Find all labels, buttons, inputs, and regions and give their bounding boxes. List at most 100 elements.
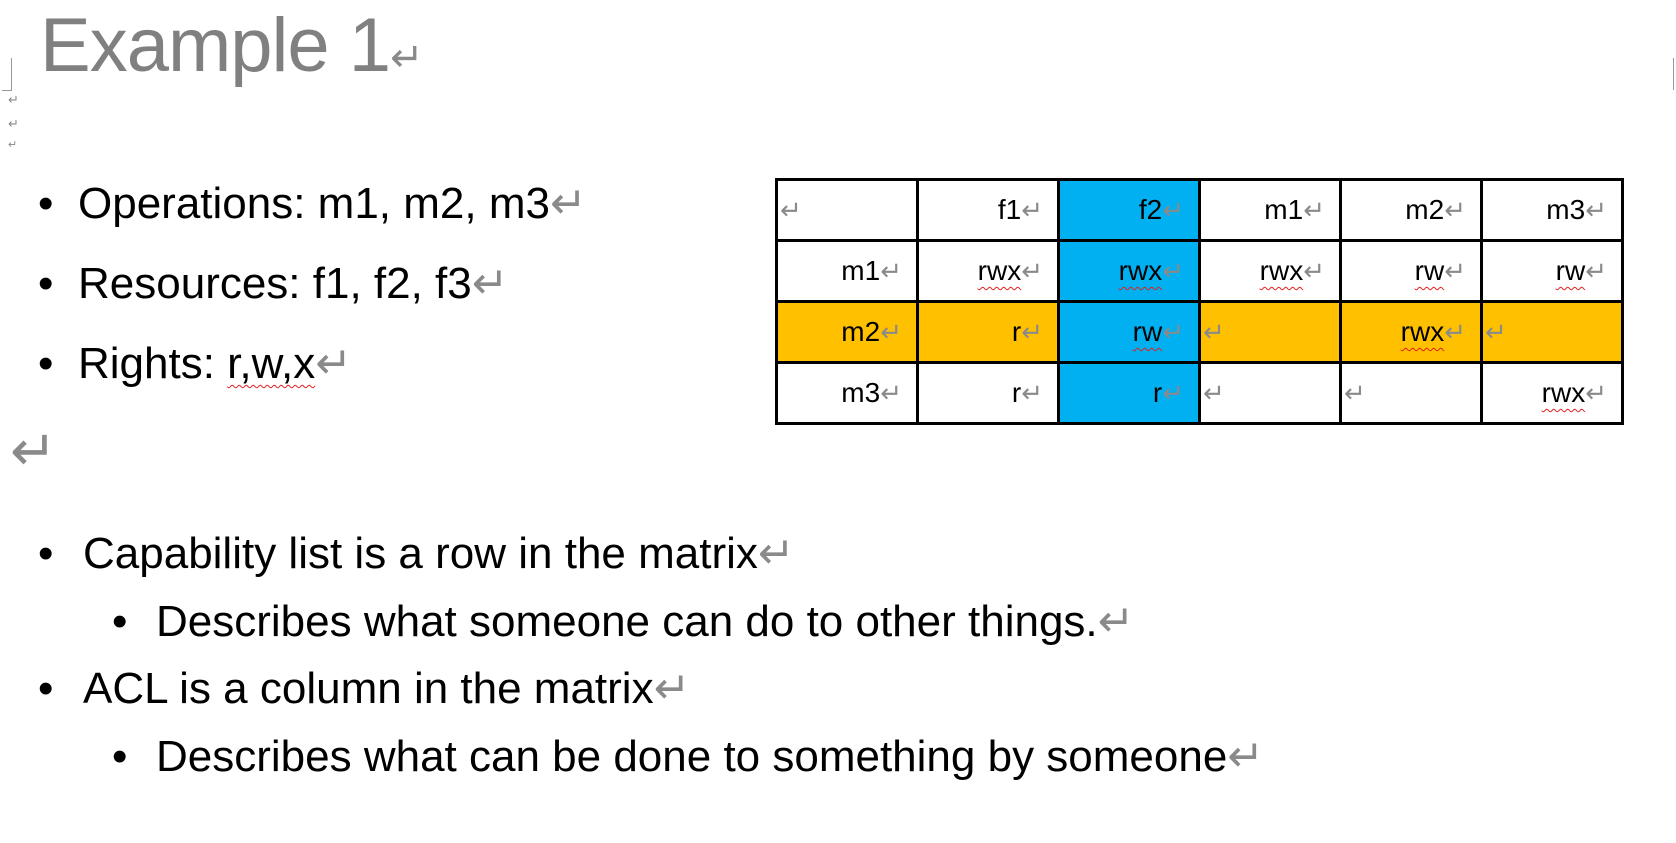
paragraph-mark-icon: ↵ (8, 139, 18, 151)
table-cell[interactable]: ↵ (1480, 300, 1624, 364)
cell-text: rw (1132, 316, 1163, 347)
title-text: Example 1 (40, 3, 391, 88)
sub-bullet-acl-desc[interactable]: • Describes what can be done to something… (112, 731, 1264, 782)
bullet-resources[interactable]: • Resources: f1, f2, f3↵ (38, 258, 509, 309)
slide-title[interactable]: Example 1↵ (40, 2, 424, 89)
table-cell[interactable]: m2↵ (775, 300, 919, 364)
table-cell[interactable]: r↵ (1057, 361, 1201, 425)
bullet-value: r,w,x (227, 339, 316, 388)
paragraph-mark-icon: ↵ (1162, 195, 1184, 225)
cell-text: rwx (1118, 255, 1163, 286)
cell-text: m2 (1405, 194, 1445, 225)
cell-text: f2 (1138, 194, 1163, 225)
paragraph-mark-icon: ↵ (1485, 317, 1507, 347)
paragraph-mark-icon: ↵ (1303, 195, 1325, 225)
table-cell[interactable]: ↵ (1198, 300, 1342, 364)
bullet-text: Describes what can be done to something … (156, 732, 1228, 781)
cell-text: rwx (1400, 316, 1445, 347)
paragraph-mark-icon: ↵ (549, 179, 587, 228)
table-cell[interactable]: rw↵ (1339, 239, 1483, 303)
paragraph-mark-icon: ↵ (10, 419, 57, 482)
bullet-acl[interactable]: • ACL is a column in the matrix↵ (38, 663, 690, 714)
cell-text: rwx (1541, 377, 1586, 408)
cell-text: rw (1414, 255, 1445, 286)
cell-text: m2 (841, 316, 881, 347)
table-header-cell[interactable]: f1↵ (916, 178, 1060, 242)
table-cell[interactable]: ↵ (775, 178, 919, 242)
paragraph-mark-icon: ↵ (880, 256, 902, 286)
paragraph-mark-icon: ↵ (1021, 195, 1043, 225)
access-matrix-table: ↵ f1↵ f2↵ m1↵ m2↵ m3↵ m1↵ rwx↵ rwx↵ rwx↵… (775, 178, 1624, 425)
table-cell[interactable]: m1↵ (775, 239, 919, 303)
paragraph-mark-icon: ↵ (1585, 378, 1607, 408)
paragraph-mark-icon: ↵ (1344, 378, 1366, 408)
cell-text: r (1011, 377, 1022, 408)
cell-text: f1 (997, 194, 1022, 225)
table-cell[interactable]: rw↵ (1057, 300, 1201, 364)
page-corner-mark (2, 58, 12, 91)
table-cell[interactable]: ↵ (1339, 361, 1483, 425)
table-header-row: ↵ f1↵ f2↵ m1↵ m2↵ m3↵ (775, 178, 1624, 242)
bullet-rights[interactable]: • Rights: r,w,x↵ (38, 338, 352, 389)
table-cell[interactable]: rw↵ (1480, 239, 1624, 303)
paragraph-mark-icon: ↵ (471, 259, 509, 308)
paragraph-mark-icon: ↵ (1227, 732, 1265, 781)
bullet-label: Rights: (78, 339, 228, 388)
paragraph-mark-icon: ↵ (1303, 256, 1325, 286)
table-cell[interactable]: rwx↵ (1480, 361, 1624, 425)
bullet-text: Operations: m1, m2, m3 (78, 179, 550, 228)
bullet-text: Resources: f1, f2, f3 (78, 259, 472, 308)
table-row: m3↵ r↵ r↵ ↵ ↵ rwx↵ (775, 361, 1624, 425)
cell-text: m3 (1546, 194, 1586, 225)
table-cell[interactable]: ↵ (1198, 361, 1342, 425)
paragraph-mark-icon: ↵ (780, 195, 802, 225)
paragraph-mark-icon: ↵ (1203, 317, 1225, 347)
paragraph-mark-icon: ↵ (653, 664, 691, 713)
paragraph-mark-icon: ↵ (390, 36, 424, 80)
sub-bullet-capability-desc[interactable]: • Describes what someone can do to other … (112, 596, 1135, 647)
paragraph-mark-icon: ↵ (315, 339, 353, 388)
cell-text: m3 (841, 377, 881, 408)
table-cell[interactable]: r↵ (916, 300, 1060, 364)
page-corner-mark-right (1673, 58, 1674, 90)
table-cell[interactable]: rwx↵ (916, 239, 1060, 303)
paragraph-mark-icon: ↵ (1021, 256, 1043, 286)
paragraph-mark-icon: ↵ (1585, 256, 1607, 286)
table-row-highlighted: m2↵ r↵ rw↵ ↵ rwx↵ ↵ (775, 300, 1624, 364)
paragraph-mark-icon: ↵ (1585, 195, 1607, 225)
paragraph-mark-icon: ↵ (1444, 317, 1466, 347)
table-header-cell[interactable]: m1↵ (1198, 178, 1342, 242)
paragraph-mark-icon: ↵ (8, 92, 19, 107)
paragraph-mark-icon: ↵ (1097, 597, 1135, 646)
paragraph-mark-icon: ↵ (880, 378, 902, 408)
table-header-cell[interactable]: m2↵ (1339, 178, 1483, 242)
table-header-cell[interactable]: m3↵ (1480, 178, 1624, 242)
table-cell[interactable]: rwx↵ (1057, 239, 1201, 303)
cell-text: rwx (1259, 255, 1304, 286)
cell-text: m1 (841, 255, 881, 286)
paragraph-mark-icon: ↵ (1162, 378, 1184, 408)
paragraph-mark-icon: ↵ (880, 317, 902, 347)
paragraph-mark-icon: ↵ (8, 116, 19, 131)
cell-text: rwx (977, 255, 1022, 286)
bullet-capability-list[interactable]: • Capability list is a row in the matrix↵ (38, 528, 795, 579)
table-cell[interactable]: rwx↵ (1339, 300, 1483, 364)
paragraph-mark-icon: ↵ (1162, 317, 1184, 347)
table-cell[interactable]: m3↵ (775, 361, 919, 425)
cell-text: r (1152, 377, 1163, 408)
bullet-text: Describes what someone can do to other t… (156, 597, 1098, 646)
table-row: m1↵ rwx↵ rwx↵ rwx↵ rw↵ rw↵ (775, 239, 1624, 303)
paragraph-mark-icon: ↵ (1444, 195, 1466, 225)
table-cell[interactable]: r↵ (916, 361, 1060, 425)
paragraph-mark-icon: ↵ (1021, 317, 1043, 347)
table-header-cell[interactable]: f2↵ (1057, 178, 1201, 242)
paragraph-mark-icon: ↵ (1444, 256, 1466, 286)
paragraph-mark-icon: ↵ (1021, 378, 1043, 408)
paragraph-mark-icon: ↵ (1203, 378, 1225, 408)
bullet-operations[interactable]: • Operations: m1, m2, m3↵ (38, 178, 587, 229)
bullet-text: ACL is a column in the matrix (83, 664, 654, 713)
table-cell[interactable]: rwx↵ (1198, 239, 1342, 303)
cell-text: rw (1555, 255, 1586, 286)
paragraph-mark-icon: ↵ (757, 529, 795, 578)
bullet-text: Capability list is a row in the matrix (83, 529, 758, 578)
